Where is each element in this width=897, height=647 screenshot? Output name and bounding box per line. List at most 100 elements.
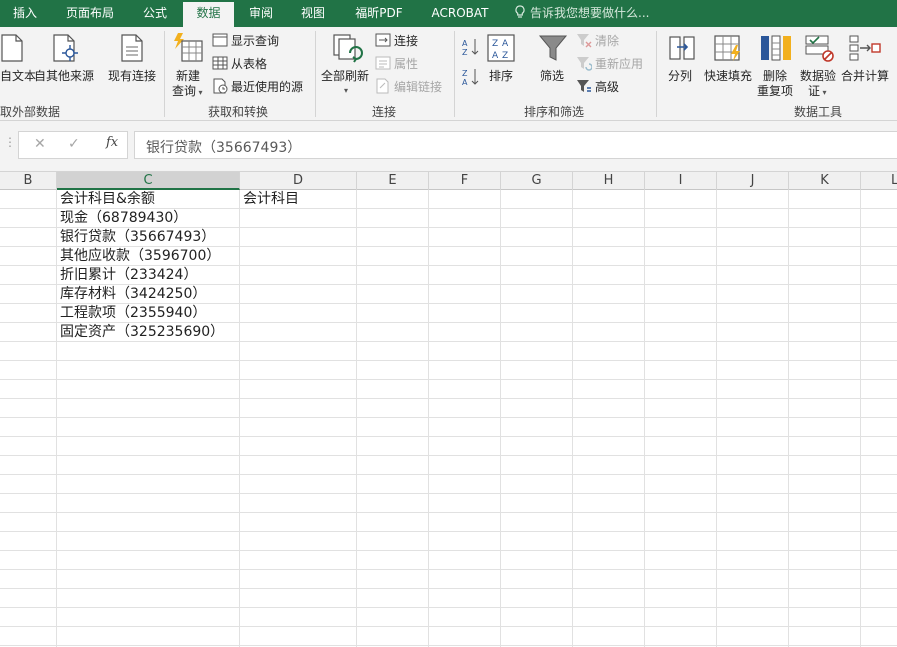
worksheet-grid[interactable]: 会计科目&余额 会计科目 现金（68789430） 银行贷款（35667493）… [0, 190, 897, 647]
tab-page-layout[interactable]: 页面布局 [52, 0, 128, 27]
clear-filter-button[interactable]: 清除 [576, 31, 619, 51]
column-header-h[interactable]: H [573, 172, 645, 190]
column-header-i[interactable]: I [645, 172, 717, 190]
data-validation-button-line2[interactable]: 证 ▾ [808, 82, 827, 99]
group-separator [656, 31, 657, 117]
from-table-button[interactable]: 从表格 [212, 54, 267, 74]
from-table-icon [212, 56, 228, 70]
grid-vertical-line [572, 190, 573, 647]
from-other-sources-button[interactable]: 自其他来源 [34, 67, 94, 84]
column-header-j[interactable]: J [717, 172, 789, 190]
grid-horizontal-line [0, 645, 897, 646]
tab-review[interactable]: 审阅 [236, 0, 286, 27]
tab-formulas[interactable]: 公式 [130, 0, 180, 27]
dropdown-caret-icon: ▾ [820, 88, 827, 97]
flash-fill-button[interactable]: 快速填充 [704, 67, 752, 84]
from-other-sources-icon [53, 34, 78, 62]
show-queries-button[interactable]: 显示查询 [212, 31, 279, 51]
filter-button[interactable]: 筛选 [540, 67, 564, 84]
new-query-button-line2[interactable]: 查询 ▾ [172, 82, 203, 99]
tab-acrobat[interactable]: ACROBAT [420, 0, 500, 27]
properties-icon [375, 56, 391, 70]
grid-horizontal-line [0, 474, 897, 475]
reapply-icon [577, 57, 592, 71]
sort-descending-icon: ZA [462, 69, 479, 87]
svg-text:A: A [462, 78, 468, 87]
svg-text:Z: Z [492, 39, 498, 49]
insert-function-icon[interactable]: fx [106, 135, 118, 150]
formula-input[interactable]: 银行贷款（35667493） [134, 131, 897, 159]
tell-me-search[interactable]: 告诉我您想要做什么... [514, 0, 649, 27]
tab-data[interactable]: 数据 [183, 2, 234, 27]
new-query-label2: 查询 [172, 84, 197, 98]
cell-c-row[interactable]: 其他应收款（3596700） [57, 247, 220, 266]
group-label-connections: 连接 [372, 105, 397, 119]
recent-sources-icon [213, 78, 228, 94]
text-to-columns-button[interactable]: 分列 [668, 67, 692, 84]
grid-horizontal-line [0, 512, 897, 513]
group-label-sort-filter: 排序和筛选 [524, 105, 585, 119]
formula-bar-resize-handle[interactable]: ⋮ [4, 135, 16, 149]
grid-horizontal-line [0, 588, 897, 589]
cell-d-header[interactable]: 会计科目 [240, 190, 299, 209]
column-header-e[interactable]: E [357, 172, 429, 190]
grid-vertical-line [239, 190, 240, 647]
connections-button[interactable]: 连接 [375, 31, 418, 51]
cancel-entry-icon[interactable]: ✕ [34, 136, 46, 152]
cell-c-header[interactable]: 会计科目&余额 [57, 190, 155, 209]
grid-horizontal-line [0, 379, 897, 380]
svg-text:Z: Z [502, 51, 508, 61]
column-header-k[interactable]: K [789, 172, 861, 190]
svg-text:A: A [462, 39, 468, 48]
grid-vertical-line [500, 190, 501, 647]
tab-foxit-pdf[interactable]: 福昕PDF [341, 0, 417, 27]
cell-c-row[interactable]: 折旧累计（233424） [57, 266, 197, 285]
refresh-all-dropdown[interactable]: ▾ [344, 82, 348, 96]
column-header-g[interactable]: G [501, 172, 573, 190]
consolidate-button[interactable]: 合并计算 [841, 67, 889, 84]
column-header-d[interactable]: D [240, 172, 357, 190]
group-label-get-transform: 获取和转换 [208, 105, 269, 119]
grid-horizontal-line [0, 398, 897, 399]
grid-horizontal-line [0, 455, 897, 456]
from-text-button[interactable]: 自文本 [0, 67, 36, 84]
group-separator [454, 31, 455, 117]
column-header-row: B C D E F G H I J K L [0, 171, 897, 190]
ribbon-tab-bar: 插入 页面布局 公式 数据 审阅 视图 福昕PDF ACROBAT 告诉我您想要… [0, 0, 897, 27]
cell-c-row[interactable]: 库存材料（3424250） [57, 285, 206, 304]
remove-duplicates-button-line2[interactable]: 重复项 [757, 82, 793, 99]
existing-connections-icon [121, 34, 143, 62]
dropdown-caret-icon: ▾ [344, 86, 349, 95]
cell-c-row[interactable]: 现金（68789430） [57, 209, 187, 228]
tab-insert[interactable]: 插入 [0, 0, 50, 27]
dropdown-caret-icon: ▾ [196, 88, 203, 97]
ribbon-data: 自文本 自其他来源 现有连接 取外部数据 新建 查询 ▾ 显示查询 从表格 最近… [0, 27, 897, 121]
column-header-l[interactable]: L [861, 172, 897, 190]
column-header-b[interactable]: B [0, 172, 57, 190]
reapply-button[interactable]: 重新应用 [576, 54, 643, 74]
svg-text:Z: Z [462, 69, 468, 78]
group-separator [164, 31, 165, 117]
svg-text:A: A [492, 51, 499, 61]
grid-horizontal-line [0, 417, 897, 418]
tab-view[interactable]: 视图 [288, 0, 338, 27]
edit-links-button[interactable]: 编辑链接 [375, 77, 442, 97]
existing-connections-button[interactable]: 现有连接 [108, 67, 156, 84]
remove-duplicates-icon [761, 35, 791, 61]
cell-c-row[interactable]: 工程款项（2355940） [57, 304, 206, 323]
properties-button[interactable]: 属性 [375, 54, 418, 74]
svg-text:A: A [502, 39, 509, 49]
column-header-f[interactable]: F [429, 172, 501, 190]
advanced-filter-button[interactable]: 高级 [576, 77, 619, 97]
confirm-entry-icon[interactable]: ✓ [68, 136, 80, 152]
refresh-all-icon [333, 34, 363, 63]
connections-icon [375, 33, 391, 47]
show-queries-icon [212, 33, 228, 47]
sort-button[interactable]: 排序 [489, 67, 513, 84]
cell-c-row[interactable]: 固定资产（325235690） [57, 323, 224, 342]
new-query-icon [174, 33, 203, 62]
show-queries-label: 显示查询 [231, 34, 280, 48]
cell-c-row[interactable]: 银行贷款（35667493） [57, 228, 215, 247]
column-header-c[interactable]: C [57, 172, 240, 190]
recent-sources-button[interactable]: 最近使用的源 [212, 77, 303, 97]
